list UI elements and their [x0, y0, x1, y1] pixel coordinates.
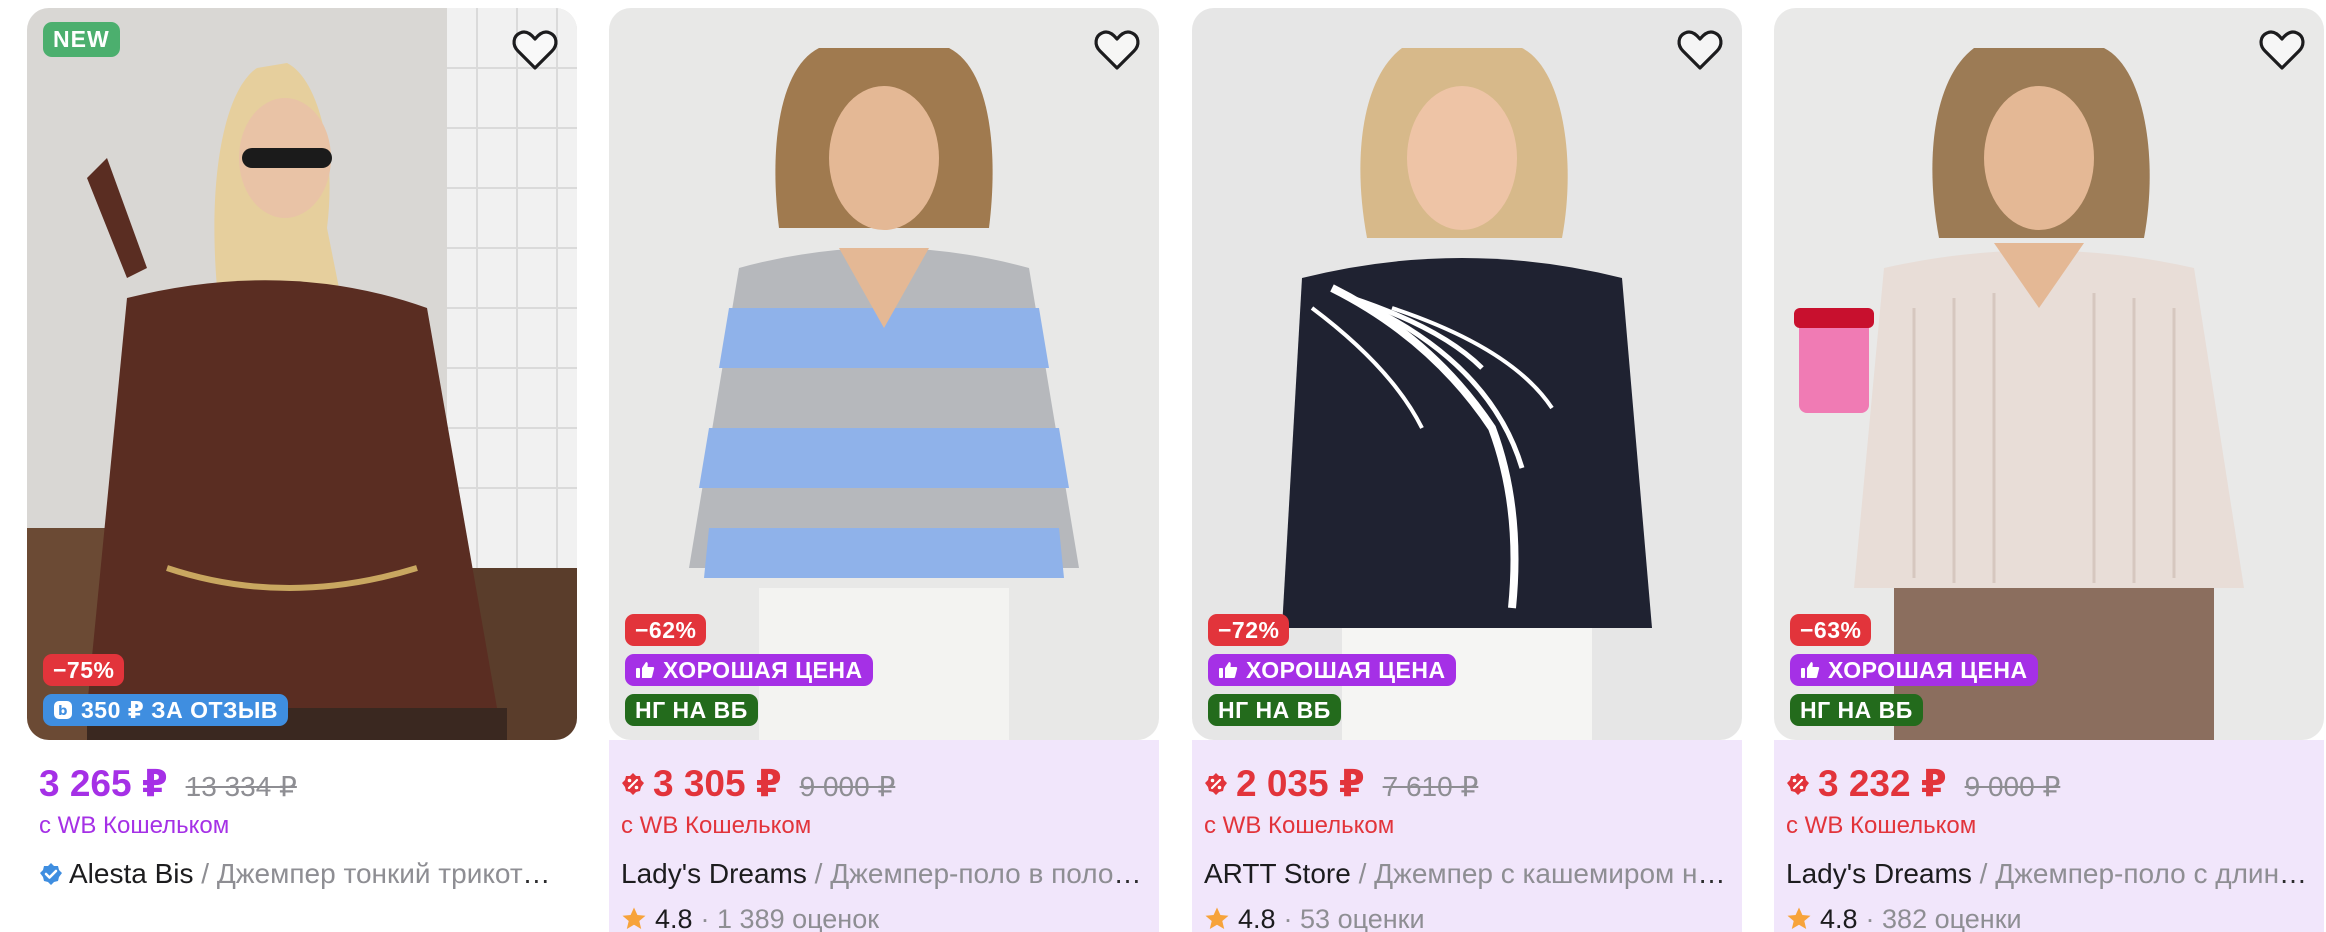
review-bonus-badge: b 350 ₽ ЗА ОТЗЫВ: [43, 694, 289, 726]
brand-name: Lady's Dreams: [621, 858, 807, 889]
svg-text:b: b: [58, 704, 68, 719]
product-info: 3 232 ₽ 9 000 ₽ с WB Кошельком Lady's Dr…: [1774, 740, 2324, 932]
ng-badge: НГ НА ВБ: [1208, 694, 1341, 726]
product-grid: NEW −75% b 350 ₽ ЗА ОТЗЫВ 3 265 ₽ 13 334…: [0, 0, 2326, 932]
star-icon: [1205, 907, 1229, 929]
badge-stack: −72% ХОРОШАЯ ЦЕНА НГ НА ВБ: [1208, 614, 1456, 726]
heart-icon[interactable]: [1091, 24, 1143, 76]
product-info: 3 305 ₽ 9 000 ₽ с WB Кошельком Lady's Dr…: [609, 740, 1159, 932]
product-card[interactable]: NEW −75% b 350 ₽ ЗА ОТЗЫВ 3 265 ₽ 13 334…: [27, 8, 577, 932]
product-card[interactable]: −62% ХОРОШАЯ ЦЕНА НГ НА ВБ 3 305 ₽ 9 000…: [609, 8, 1159, 932]
discount-badge: −75%: [43, 654, 125, 686]
ng-badge: НГ НА ВБ: [625, 694, 758, 726]
good-price-badge: ХОРОШАЯ ЦЕНА: [625, 654, 873, 686]
product-image[interactable]: −63% ХОРОШАЯ ЦЕНА НГ НА ВБ: [1774, 8, 2324, 740]
percent-badge-icon: [1205, 772, 1227, 795]
new-badge: NEW: [43, 22, 120, 57]
ng-badge: НГ НА ВБ: [1790, 694, 1923, 726]
good-price-badge: ХОРОШАЯ ЦЕНА: [1790, 654, 2038, 686]
verified-check-icon: [40, 863, 62, 885]
reviews-count: · 53 оценки: [1283, 903, 1425, 932]
good-price-badge: ХОРОШАЯ ЦЕНА: [1208, 654, 1456, 686]
good-price-label: ХОРОШАЯ ЦЕНА: [1828, 657, 2028, 683]
heart-icon[interactable]: [1674, 24, 1726, 76]
title-separator: /: [1350, 858, 1375, 889]
review-bonus-label: 350 ₽ ЗА ОТЗЫВ: [81, 697, 279, 723]
current-price: 3 265 ₽: [39, 763, 168, 804]
old-price: 9 000 ₽: [1964, 770, 2061, 802]
old-price: 9 000 ₽: [799, 770, 896, 802]
product-name: Джемпер-поло с длинным рукавом: [1995, 858, 2312, 889]
wallet-note: с WB Кошельком: [1786, 812, 1977, 839]
product-title[interactable]: ARTT Store / Джемпер с кашемиром на осен…: [1204, 856, 1730, 892]
discount-badge: −62%: [625, 614, 707, 646]
wallet-note: с WB Кошельком: [39, 812, 230, 839]
product-title[interactable]: Alesta Bis / Джемпер тонкий трикотажный: [39, 856, 565, 892]
discount-badge: −72%: [1208, 614, 1290, 646]
product-card[interactable]: −72% ХОРОШАЯ ЦЕНА НГ НА ВБ 2 035 ₽ 7 610…: [1192, 8, 1742, 932]
rating-row: 4.8 · 382 оценки: [1786, 902, 2312, 932]
badge-stack: −63% ХОРОШАЯ ЦЕНА НГ НА ВБ: [1790, 614, 2038, 726]
rating-value: 4.8: [1238, 903, 1276, 932]
discount-badge: −63%: [1790, 614, 1872, 646]
star-icon: [622, 907, 646, 929]
heart-icon[interactable]: [509, 24, 561, 76]
current-price: 3 305 ₽: [653, 763, 782, 804]
old-price: 13 334 ₽: [185, 771, 297, 802]
percent-badge-icon: [622, 772, 644, 795]
price-row: 2 035 ₽ 7 610 ₽: [1204, 762, 1730, 806]
star-icon: [1787, 907, 1811, 929]
product-image[interactable]: NEW −75% b 350 ₽ ЗА ОТЗЫВ: [27, 8, 577, 740]
product-name: Джемпер тонкий трикотажный: [216, 858, 565, 889]
thumbs-up-icon: [636, 662, 655, 678]
product-name: Джемпер с кашемиром на осень: [1374, 858, 1730, 889]
reviews-count: · 382 оценки: [1865, 903, 2022, 932]
product-image[interactable]: −72% ХОРОШАЯ ЦЕНА НГ НА ВБ: [1192, 8, 1742, 740]
product-name: Джемпер-поло в полоску: [830, 858, 1147, 889]
wb-coin-icon: b: [54, 701, 72, 719]
title-separator: /: [1971, 858, 1996, 889]
product-title[interactable]: Lady's Dreams / Джемпер-поло с длинным р…: [1786, 856, 2312, 892]
title-separator: /: [806, 858, 831, 889]
brand-name: Alesta Bis: [69, 858, 194, 889]
thumbs-up-icon: [1801, 662, 1820, 678]
badge-stack: −62% ХОРОШАЯ ЦЕНА НГ НА ВБ: [625, 614, 873, 726]
price-row: 3 305 ₽ 9 000 ₽: [621, 762, 1147, 806]
percent-badge-icon: [1787, 772, 1809, 795]
good-price-label: ХОРОШАЯ ЦЕНА: [663, 657, 863, 683]
brand-name: Lady's Dreams: [1786, 858, 1972, 889]
good-price-label: ХОРОШАЯ ЦЕНА: [1246, 657, 1446, 683]
current-price-group: 3 232 ₽: [1786, 762, 1947, 805]
heart-icon[interactable]: [2256, 24, 2308, 76]
badge-stack: −75% b 350 ₽ ЗА ОТЗЫВ: [43, 654, 289, 726]
product-card[interactable]: −63% ХОРОШАЯ ЦЕНА НГ НА ВБ 3 232 ₽ 9 000…: [1774, 8, 2324, 932]
rating-value: 4.8: [655, 903, 693, 932]
rating-value: 4.8: [1820, 903, 1858, 932]
wallet-note: с WB Кошельком: [621, 812, 812, 839]
product-title[interactable]: Lady's Dreams / Джемпер-поло в полоску: [621, 856, 1147, 892]
thumbs-up-icon: [1219, 662, 1238, 678]
rating-row: 4.8 · 1 389 оценок: [621, 902, 1147, 932]
price-row: 3 265 ₽ 13 334 ₽: [39, 762, 565, 806]
current-price: 2 035 ₽: [1236, 763, 1365, 804]
rating-row: 4.8 · 53 оценки: [1204, 902, 1730, 932]
wallet-note: с WB Кошельком: [1204, 812, 1395, 839]
old-price: 7 610 ₽: [1382, 770, 1479, 802]
title-separator: /: [193, 858, 217, 889]
product-photo: [27, 8, 577, 740]
current-price-group: 2 035 ₽: [1204, 762, 1365, 805]
product-info: 3 265 ₽ 13 334 ₽ с WB Кошельком Alesta B…: [27, 740, 577, 932]
brand-name: ARTT Store: [1204, 858, 1351, 889]
reviews-count: · 1 389 оценок: [700, 903, 880, 932]
product-info: 2 035 ₽ 7 610 ₽ с WB Кошельком ARTT Stor…: [1192, 740, 1742, 932]
product-image[interactable]: −62% ХОРОШАЯ ЦЕНА НГ НА ВБ: [609, 8, 1159, 740]
current-price: 3 232 ₽: [1818, 763, 1947, 804]
price-row: 3 232 ₽ 9 000 ₽: [1786, 762, 2312, 806]
current-price-group: 3 305 ₽: [621, 762, 782, 805]
